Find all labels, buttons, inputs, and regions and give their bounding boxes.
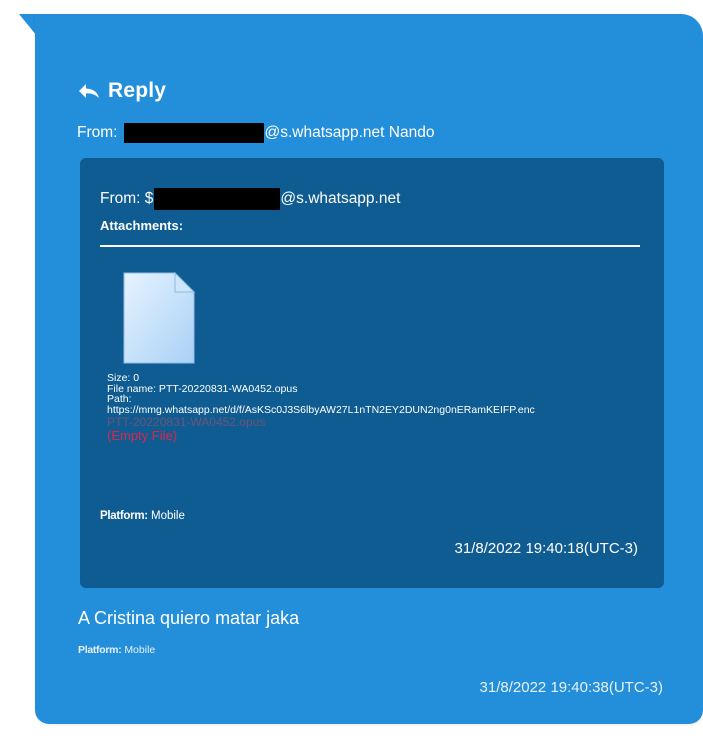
reply-arrow-icon	[79, 84, 99, 98]
quoted-from-label: From: $	[100, 190, 154, 207]
message-platform-value: Mobile	[124, 644, 156, 656]
message-platform-label: Platform:	[78, 644, 122, 656]
quoted-platform-value: Mobile	[150, 510, 185, 522]
quoted-timestamp: 31/8/2022 19:40:18(UTC-3)	[454, 540, 638, 557]
outer-from-domain: @s.whatsapp.net Nando	[264, 124, 435, 141]
quoted-platform: Platform: Mobile	[100, 510, 185, 522]
file-size: Size: 0	[107, 372, 140, 384]
outer-from-label: From:	[77, 124, 118, 141]
reply-header[interactable]: Reply	[78, 79, 166, 103]
redacted-quoted-sender	[154, 188, 281, 210]
quoted-from-domain: @s.whatsapp.net	[280, 190, 401, 207]
message-platform: Platform: Mobile	[78, 644, 155, 656]
document-file-icon[interactable]	[123, 272, 195, 364]
empty-file-notice: (Empty File)	[107, 428, 178, 443]
attachments-title: Attachments:	[100, 218, 184, 233]
file-path-label: Path:	[107, 393, 132, 405]
message-timestamp: 31/8/2022 19:40:38(UTC-3)	[479, 679, 663, 696]
chat-page: Reply From: @s.whatsapp.net Nando From: …	[0, 0, 703, 738]
file-path-link[interactable]: https://mmg.whatsapp.net/d/f/AsKSc0J3S6l…	[107, 404, 642, 416]
quoted-platform-label: Platform:	[100, 510, 148, 522]
attachments-divider	[100, 245, 640, 247]
reply-label: Reply	[108, 79, 167, 102]
outer-from-line: From: @s.whatsapp.net Nando	[77, 123, 434, 143]
redacted-sender	[124, 123, 265, 143]
quoted-from-line: From: $ @s.whatsapp.net	[100, 188, 400, 210]
file-name: File name: PTT-20220831-WA0452.opus	[107, 382, 298, 395]
attachment-details: Size: 0 File name: PTT-20220831-WA0452.o…	[107, 373, 642, 443]
file-name-faded: PTT-20220831-WA0452.opus	[107, 415, 266, 429]
message-text: A Cristina quiero matar jaka	[78, 608, 300, 628]
